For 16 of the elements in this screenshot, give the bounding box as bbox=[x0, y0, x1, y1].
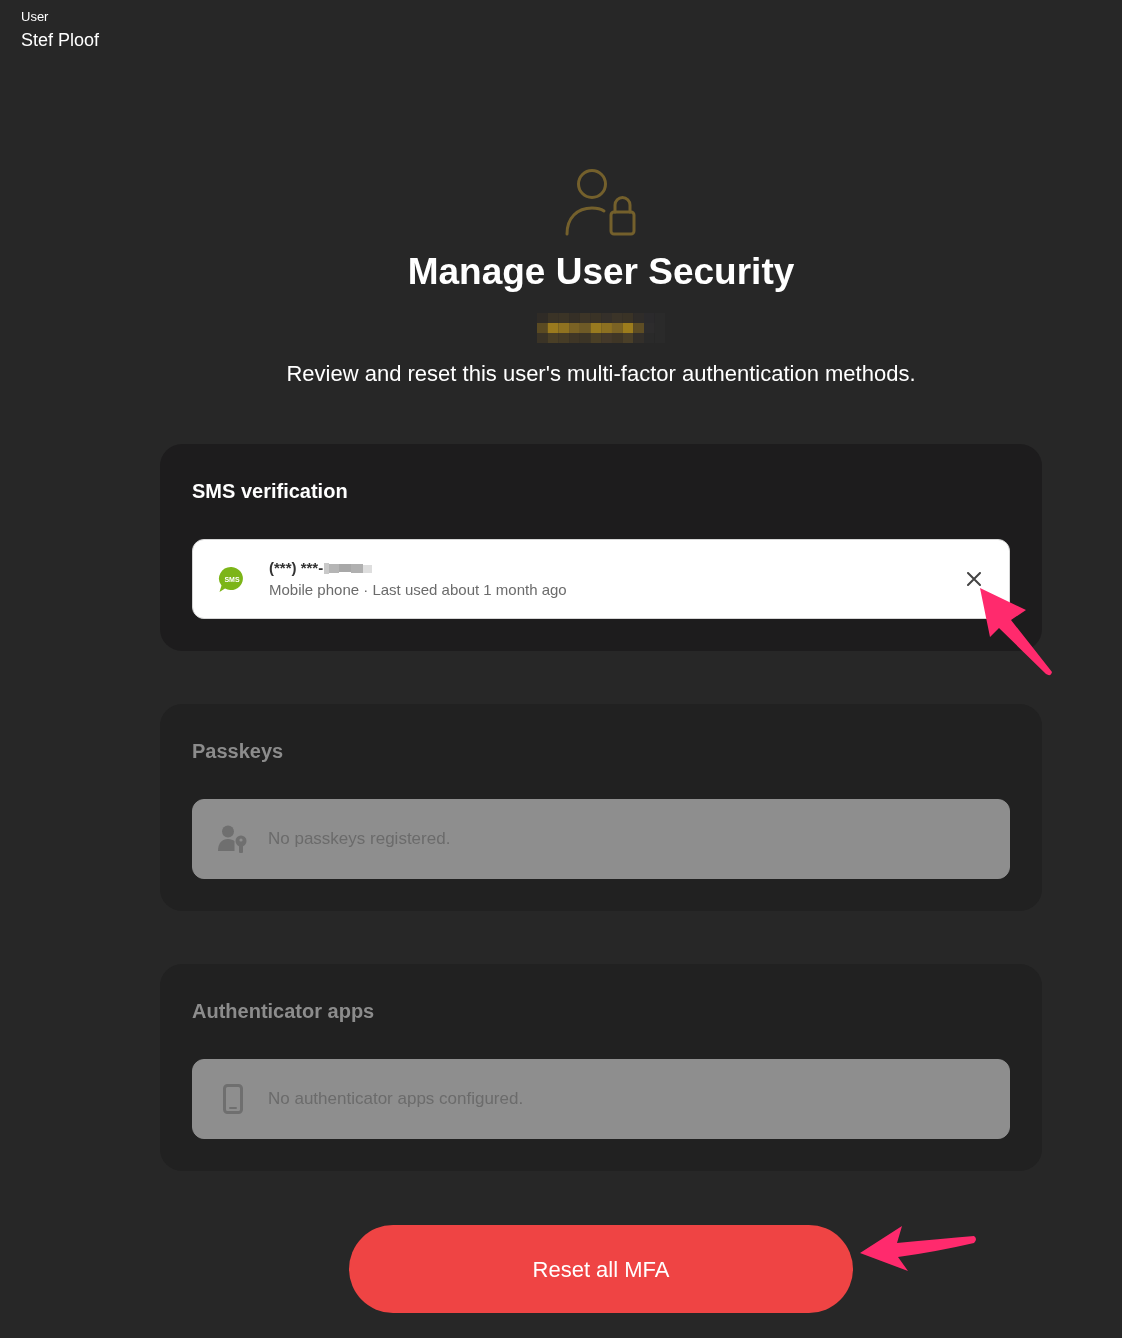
user-name: Stef Ploof bbox=[21, 29, 100, 52]
user-lock-icon bbox=[565, 168, 637, 236]
page-title: Manage User Security bbox=[407, 250, 795, 294]
phone-icon bbox=[223, 1084, 243, 1114]
remove-button[interactable] bbox=[965, 570, 983, 588]
close-icon bbox=[967, 572, 981, 586]
phone-number: (***) ***- bbox=[269, 558, 324, 578]
blurred-block bbox=[324, 561, 373, 575]
method-detail: Mobile phone · Last used about 1 month ago bbox=[269, 580, 567, 600]
user-label: User bbox=[21, 8, 49, 26]
person-key-icon bbox=[218, 825, 248, 853]
section-title: Authenticator apps bbox=[192, 999, 376, 1024]
page-subtitle: Review and reset this user's multi-factor authentication methods. bbox=[286, 360, 916, 388]
section-title: SMS verification bbox=[192, 479, 349, 504]
section-title: Passkeys bbox=[192, 739, 285, 764]
reset-mfa-button[interactable]: Reset all MFA bbox=[349, 1225, 853, 1313]
